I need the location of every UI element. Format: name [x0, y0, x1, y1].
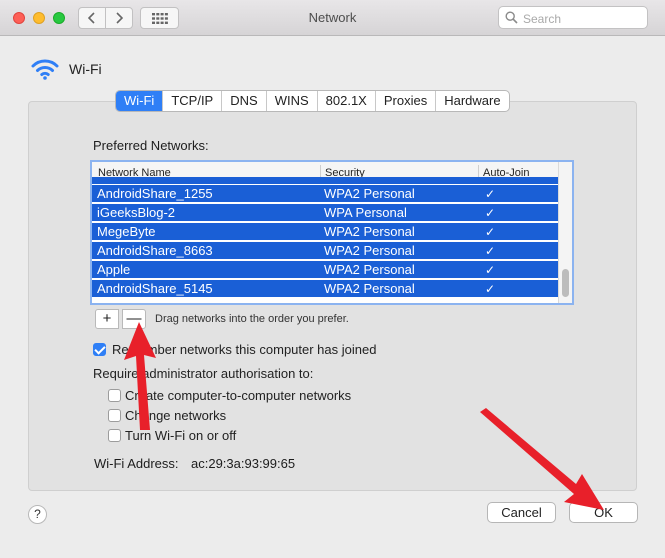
- change-networks-checkbox[interactable]: [108, 409, 121, 422]
- wifi-icon: [31, 59, 59, 80]
- tab-proxies[interactable]: Proxies: [376, 91, 437, 111]
- create-networks-checkbox[interactable]: [108, 389, 121, 402]
- table-row[interactable]: MegeByte WPA2 Personal ✓: [92, 223, 558, 241]
- tab-bar: Wi-Fi TCP/IP DNS WINS 802.1X Proxies Har…: [115, 90, 510, 112]
- remember-networks-checkbox[interactable]: [93, 343, 106, 356]
- auto-join-checkbox[interactable]: ✓: [485, 206, 495, 220]
- remember-networks-label[interactable]: Remember networks this computer has join…: [112, 342, 376, 357]
- auto-join-checkbox[interactable]: ✓: [485, 187, 495, 201]
- tab-tcpip[interactable]: TCP/IP: [163, 91, 223, 111]
- title-bar: Network: [0, 0, 665, 36]
- create-networks-label[interactable]: Create computer-to-computer networks: [125, 388, 351, 403]
- network-name: AndroidShare_8663: [97, 243, 213, 258]
- table-row[interactable]: AndroidShare_5145 WPA2 Personal ✓: [92, 280, 558, 298]
- network-security: WPA2 Personal: [324, 281, 415, 296]
- tab-hardware[interactable]: Hardware: [436, 91, 508, 111]
- network-security: WPA2 Personal: [324, 186, 415, 201]
- network-name: AndroidShare_5145: [97, 281, 213, 296]
- table-row[interactable]: Apple WPA2 Personal ✓: [92, 261, 558, 279]
- drag-hint-text: Drag networks into the order you prefer.: [155, 313, 349, 325]
- table-row[interactable]: iGeeksBlog-2 WPA Personal ✓: [92, 204, 558, 222]
- search-icon: [505, 11, 518, 24]
- help-button[interactable]: ?: [28, 505, 47, 524]
- network-name: MegeByte: [97, 224, 156, 239]
- search-field[interactable]: [498, 6, 648, 29]
- preferred-networks-label: Preferred Networks:: [93, 138, 209, 153]
- auto-join-checkbox[interactable]: ✓: [485, 244, 495, 258]
- network-security: WPA2 Personal: [324, 243, 415, 258]
- admin-auth-label: Require administrator authorisation to:: [93, 366, 314, 381]
- auto-join-checkbox[interactable]: ✓: [485, 225, 495, 239]
- network-security: WPA2 Personal: [324, 262, 415, 277]
- network-name: AndroidShare_1255: [97, 186, 213, 201]
- auto-join-checkbox[interactable]: ✓: [485, 263, 495, 277]
- table-row[interactable]: AndroidShare_1255 WPA2 Personal ✓: [92, 185, 558, 203]
- service-header: Wi-Fi: [30, 58, 102, 80]
- scroll-thumb[interactable]: [562, 269, 569, 297]
- change-networks-label[interactable]: Change networks: [125, 408, 226, 423]
- tab-wins[interactable]: WINS: [267, 91, 318, 111]
- search-input[interactable]: [521, 9, 645, 28]
- tab-dns[interactable]: DNS: [222, 91, 267, 111]
- service-name: Wi-Fi: [69, 61, 102, 77]
- add-network-button[interactable]: +: [95, 309, 119, 329]
- auto-join-checkbox[interactable]: ✓: [485, 282, 495, 296]
- wifi-address-label: Wi-Fi Address:: [94, 456, 179, 471]
- network-security: WPA Personal: [324, 205, 407, 220]
- table-row[interactable]: [92, 177, 558, 185]
- network-name: iGeeksBlog-2: [97, 205, 176, 220]
- turn-wifi-checkbox[interactable]: [108, 429, 121, 442]
- table-row[interactable]: AndroidShare_8663 WPA2 Personal ✓: [92, 242, 558, 260]
- cancel-button[interactable]: Cancel: [487, 502, 556, 523]
- wifi-address-value: ac:29:3a:93:99:65: [191, 456, 296, 471]
- preferred-networks-table[interactable]: Network Name Security Auto-Join AndroidS…: [90, 160, 574, 305]
- ok-button[interactable]: OK: [569, 502, 638, 523]
- network-name: Apple: [97, 262, 131, 277]
- tab-wifi[interactable]: Wi-Fi: [116, 91, 164, 111]
- network-security: WPA2 Personal: [324, 224, 415, 239]
- turn-wifi-label[interactable]: Turn Wi-Fi on or off: [125, 428, 236, 443]
- tab-8021x[interactable]: 802.1X: [318, 91, 376, 111]
- remove-network-button[interactable]: —: [122, 309, 146, 329]
